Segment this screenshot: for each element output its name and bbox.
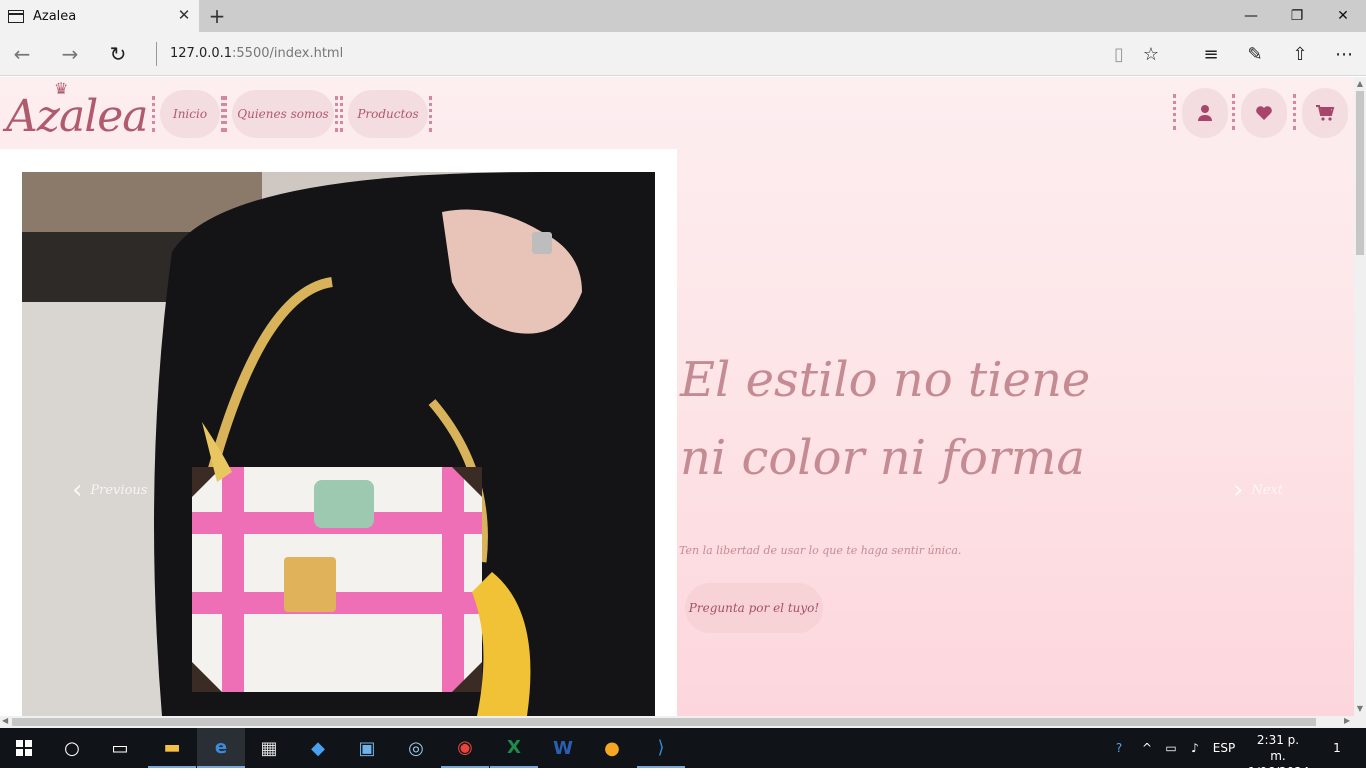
back-button[interactable]: ← — [8, 40, 36, 68]
product-photo — [22, 172, 655, 716]
reading-view-icon[interactable]: ▯ — [1105, 40, 1133, 68]
clock-date: 1/06/2024 — [1248, 765, 1310, 779]
cortana-search-icon[interactable]: ○ — [48, 728, 96, 768]
notification-count: 1 — [1333, 741, 1341, 755]
task-view-icon[interactable]: ▭ — [96, 728, 144, 768]
media-player-icon[interactable]: ◎ — [392, 728, 440, 768]
heart-icon[interactable] — [1232, 88, 1287, 138]
site-header: ♛ Azalea Inicio Quienes somos Productos — [0, 77, 1354, 149]
new-tab-button[interactable]: + — [206, 4, 228, 28]
prev-label: Previous — [90, 482, 148, 498]
web-note-icon[interactable]: ✎ — [1241, 40, 1269, 68]
file-explorer-icon[interactable]: ▬ — [148, 728, 196, 768]
site-logo[interactable]: Azalea — [6, 91, 149, 142]
vpn-shield-icon[interactable]: ● — [588, 728, 636, 768]
vscode-icon[interactable]: ⟩ — [637, 728, 685, 768]
chrome-icon[interactable]: ◉ — [441, 728, 489, 768]
action-center-icon[interactable]: 1 — [1320, 728, 1354, 768]
scroll-left-icon[interactable]: ◀ — [2, 716, 8, 725]
page-viewport: ♛ Azalea Inicio Quienes somos Productos — [0, 77, 1354, 716]
horizontal-scroll-thumb[interactable] — [12, 718, 1316, 726]
carousel-next-button[interactable]: › Next — [1233, 475, 1283, 505]
show-hidden-icons-chevron[interactable]: ^ — [1138, 728, 1156, 768]
address-bar[interactable]: 127.0.0.1:5500/index.html — [170, 46, 343, 61]
favorite-star-icon[interactable]: ☆ — [1137, 40, 1165, 68]
tab-bar: Azalea ✕ + — ❐ ✕ — [0, 0, 1366, 32]
system-clock[interactable]: 2:31 p. m. 1/06/2024 — [1248, 732, 1310, 780]
user-icon[interactable] — [1173, 88, 1228, 138]
nav-inicio[interactable]: Inicio — [152, 90, 224, 138]
minimize-button[interactable]: — — [1228, 0, 1274, 32]
divider — [156, 42, 157, 66]
clock-time: 2:31 p. m. — [1256, 733, 1300, 763]
scroll-up-icon[interactable]: ▲ — [1354, 79, 1366, 88]
cart-icon[interactable] — [1293, 88, 1348, 138]
ask-cta-button[interactable]: Pregunta por el tuyo! — [685, 583, 823, 633]
url-host: 127.0.0.1 — [170, 46, 233, 61]
carousel-prev-button[interactable]: ‹ Previous — [72, 475, 147, 505]
language-indicator[interactable]: ESP — [1210, 728, 1238, 768]
chevron-left-icon: ‹ — [72, 475, 83, 505]
share-icon[interactable]: ⇧ — [1286, 40, 1314, 68]
refresh-button[interactable]: ↻ — [104, 40, 132, 68]
hub-icon[interactable]: ≡ — [1197, 40, 1225, 68]
taskbar: ○ ▭ ▬ e ▦ ◆ ▣ ◎ ◉ X W ● ⟩ ? ^ ▭ ♪ ESP 2:… — [0, 728, 1366, 779]
hero-title: El estilo no tiene ni color ni forma — [680, 352, 1091, 486]
volume-icon[interactable]: ♪ — [1184, 728, 1206, 768]
help-icon[interactable]: ? — [1106, 728, 1132, 768]
horizontal-scrollbar[interactable]: ◀ ▶ — [0, 716, 1366, 728]
close-window-button[interactable]: ✕ — [1320, 0, 1366, 32]
tab-title: Azalea — [33, 9, 77, 24]
start-windows-icon[interactable] — [0, 728, 48, 768]
vertical-scrollbar[interactable]: ▲ ▼ — [1354, 77, 1366, 716]
chevron-right-icon: › — [1233, 475, 1244, 505]
scroll-down-icon[interactable]: ▼ — [1354, 704, 1366, 713]
next-label: Next — [1251, 482, 1284, 498]
edge-browser-icon[interactable]: e — [197, 728, 245, 768]
hero-subtitle: Ten la libertad de usar lo que te haga s… — [679, 544, 962, 557]
word-icon[interactable]: W — [539, 728, 587, 768]
browser-toolbar: ← → ↻ 127.0.0.1:5500/index.html ▯ ☆ ≡ ✎ … — [0, 32, 1366, 76]
nav-quienes-somos[interactable]: Quienes somos — [224, 90, 338, 138]
restore-button[interactable]: ❐ — [1274, 0, 1320, 32]
network-icon[interactable]: ▭ — [1160, 728, 1182, 768]
more-icon[interactable]: ⋯ — [1330, 40, 1358, 68]
excel-icon[interactable]: X — [490, 728, 538, 768]
nav-productos[interactable]: Productos — [340, 90, 432, 138]
vertical-scroll-thumb[interactable] — [1356, 91, 1364, 255]
dropbox-icon[interactable]: ◆ — [294, 728, 342, 768]
store-icon[interactable]: ▦ — [245, 728, 293, 768]
tab-close-icon[interactable]: ✕ — [175, 6, 193, 24]
control-panel-icon[interactable]: ▣ — [343, 728, 391, 768]
page-icon — [8, 10, 24, 23]
browser-tab[interactable]: Azalea ✕ — [0, 0, 199, 32]
scroll-right-icon[interactable]: ▶ — [1344, 716, 1350, 725]
forward-button[interactable]: → — [56, 40, 84, 68]
url-path: :5500/index.html — [232, 46, 344, 61]
